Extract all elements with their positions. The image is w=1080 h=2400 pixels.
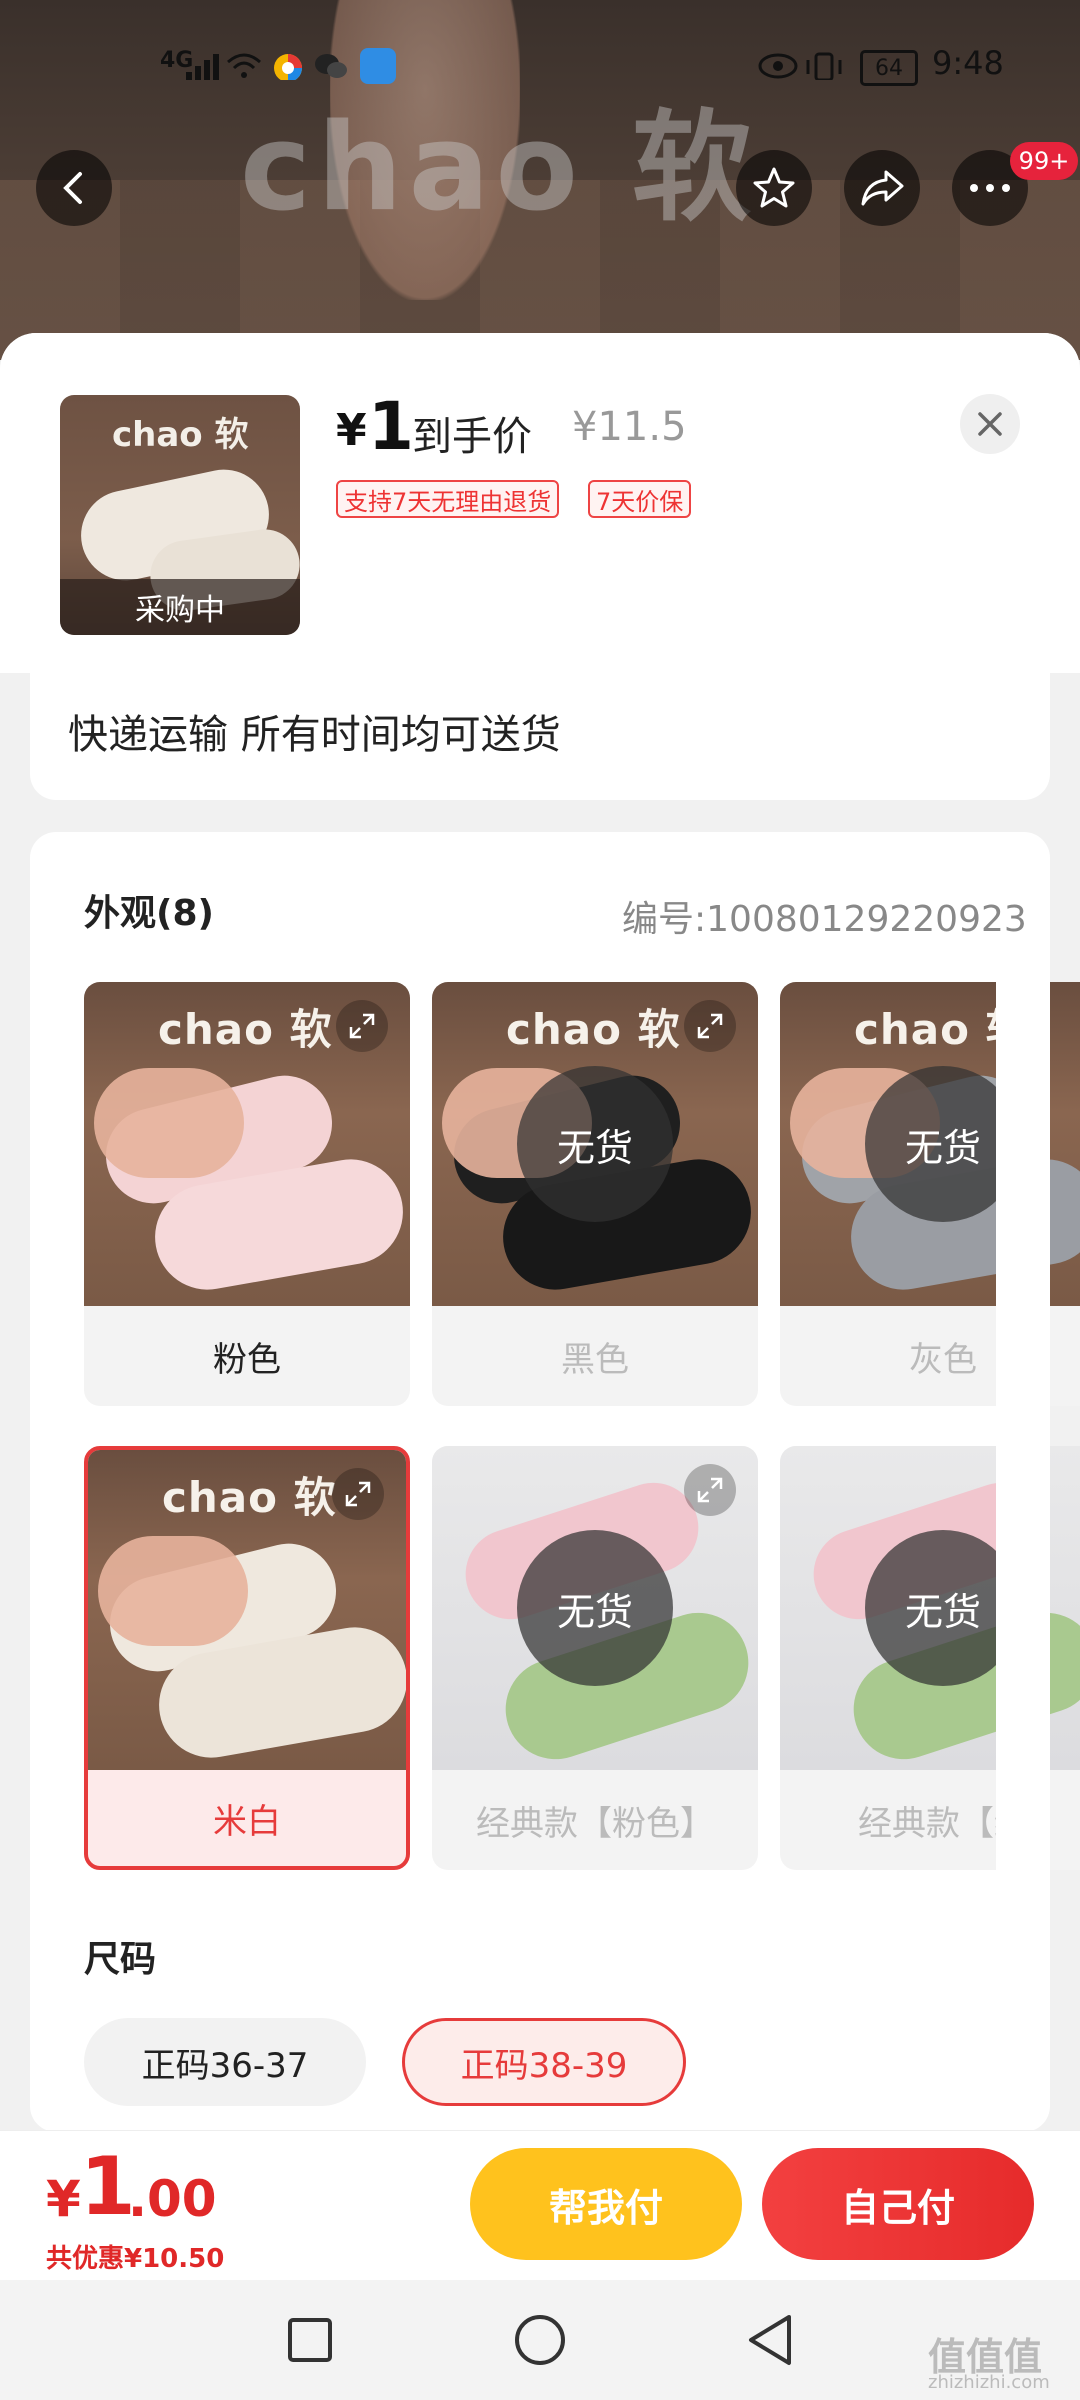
- share-icon: [861, 170, 904, 206]
- variant-image: chao 软: [88, 1450, 406, 1770]
- more-dots-icon: [970, 184, 1010, 192]
- back-button[interactable]: [36, 150, 112, 226]
- price-protect-tag: 7天价保: [588, 480, 692, 518]
- variant-card-offwhite[interactable]: chao 软 米白: [84, 1446, 410, 1870]
- wechat-icon: [315, 54, 347, 78]
- variant-brand: chao 软: [162, 1473, 337, 1522]
- variant-label: 米白: [213, 1801, 281, 1842]
- hero-brand-watermark: chao 软: [240, 99, 758, 238]
- vibrate-icon: [806, 52, 842, 80]
- variant-card-pink[interactable]: chao 软 粉色: [84, 982, 410, 1406]
- variant-card-black[interactable]: chao 软 无货 黑色: [432, 982, 758, 1406]
- soldout-badge: 无货: [517, 1530, 673, 1686]
- triangle-back-icon: [749, 2315, 791, 2365]
- notification-badge: 99+: [1010, 142, 1078, 180]
- signal-icon: [186, 54, 219, 80]
- help-me-pay-button[interactable]: 帮我付: [470, 2148, 742, 2260]
- star-icon: [753, 167, 795, 208]
- chevron-left-icon: [63, 172, 82, 204]
- total-amount-decimal: .00: [128, 2170, 217, 2228]
- shipping-text: 快递运输 所有时间均可送货: [68, 712, 561, 758]
- expand-icon: [697, 1477, 723, 1503]
- foot-shape: [94, 1068, 244, 1178]
- thumb-status: 采购中: [60, 579, 300, 635]
- shipping-info: 快递运输 所有时间均可送货: [30, 672, 1050, 800]
- circle-icon: [515, 2315, 565, 2365]
- size-option-38-39[interactable]: 正码38-39: [402, 2018, 686, 2106]
- product-code: 编号:10080129220923: [622, 899, 1027, 940]
- expand-icon: [697, 1013, 723, 1039]
- clock: 9:48: [932, 44, 1004, 82]
- size-title: 尺码: [84, 1939, 157, 1980]
- variant-label: 粉色: [213, 1339, 281, 1380]
- system-back-button[interactable]: [738, 2308, 802, 2372]
- share-button[interactable]: [844, 150, 920, 226]
- battery-icon: 64: [860, 50, 918, 86]
- eye-icon: [758, 53, 798, 79]
- close-icon: [978, 412, 1002, 436]
- variant-image: chao 软: [84, 982, 410, 1306]
- variant-brand: chao 软: [506, 1005, 681, 1054]
- expand-icon: [345, 1481, 371, 1507]
- size-option-36-37[interactable]: 正码36-37: [84, 2018, 366, 2106]
- soldout-badge: 无货: [517, 1066, 673, 1222]
- home-button[interactable]: [508, 2308, 572, 2372]
- foot-shape: [98, 1536, 248, 1646]
- return-policy-tag: 支持7天无理由退货: [336, 480, 560, 518]
- variant-image: 无货: [432, 1446, 758, 1770]
- expand-button[interactable]: [684, 1464, 736, 1516]
- appearance-title: 外观(8): [84, 893, 214, 934]
- price-label: 到手价: [412, 414, 532, 460]
- pay-myself-button[interactable]: 自己付: [762, 2148, 1034, 2260]
- expand-button[interactable]: [684, 1000, 736, 1052]
- scroll-clip-edge: [996, 960, 1050, 1890]
- product-thumbnail[interactable]: chao 软 采购中: [60, 395, 300, 635]
- variant-label: 经典款【粉色】: [476, 1803, 714, 1844]
- original-price: ¥11.5: [572, 404, 687, 450]
- variant-label: 黑色: [561, 1339, 629, 1380]
- price-value: 1: [368, 388, 414, 465]
- expand-icon: [349, 1013, 375, 1039]
- expand-button[interactable]: [332, 1468, 384, 1520]
- variant-brand: chao 软: [158, 1005, 333, 1054]
- favorite-button[interactable]: [736, 150, 812, 226]
- recent-apps-button[interactable]: [278, 2308, 342, 2372]
- site-watermark-url: zhizhizhi.com: [928, 2372, 1050, 2393]
- total-currency: ¥: [46, 2170, 81, 2228]
- total-saving: 共优惠¥10.50: [46, 2244, 225, 2274]
- variant-card-classic-pink[interactable]: 无货 经典款【粉色】: [432, 1446, 758, 1870]
- browser-icon: [360, 48, 396, 84]
- wifi-icon: [227, 53, 261, 78]
- expand-button[interactable]: [336, 1000, 388, 1052]
- square-icon: [288, 2318, 332, 2362]
- close-button[interactable]: [960, 394, 1020, 454]
- thumb-brand: chao 软: [112, 415, 249, 455]
- price-currency: ¥: [336, 405, 367, 456]
- variant-image: chao 软 无货: [432, 982, 758, 1306]
- app-icon-colorful: [274, 54, 302, 80]
